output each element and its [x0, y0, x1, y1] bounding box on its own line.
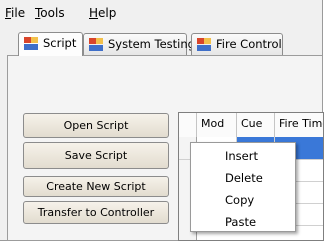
fire-control-tab-icon	[197, 38, 211, 51]
tab-fire-control-label: Fire Control	[216, 37, 282, 51]
column-header-fire-time[interactable]: Fire Time	[275, 113, 323, 137]
tab-script-label: Script	[43, 36, 77, 50]
menu-file[interactable]: File	[5, 6, 25, 20]
open-script-button[interactable]: Open Script	[23, 113, 169, 138]
tab-script[interactable]: Script	[18, 32, 83, 56]
grid-header: Mod Cue Fire Time	[179, 113, 323, 138]
system-testing-tab-icon	[89, 38, 103, 51]
context-menu-delete[interactable]: Delete	[225, 171, 263, 185]
tab-fire-control[interactable]: Fire Control	[191, 33, 283, 55]
transfer-to-controller-button[interactable]: Transfer to Controller	[23, 201, 169, 224]
menu-help[interactable]: Help	[89, 6, 116, 20]
script-tab-icon	[24, 37, 38, 50]
context-menu-paste[interactable]: Paste	[225, 215, 256, 229]
menu-bar: File Tools Help	[0, 6, 322, 24]
context-menu-copy[interactable]: Copy	[225, 193, 254, 207]
save-script-button[interactable]: Save Script	[23, 142, 169, 169]
context-menu: Insert Delete Copy Paste	[190, 142, 296, 232]
create-new-script-button[interactable]: Create New Script	[23, 176, 169, 197]
grid-corner-cell	[179, 113, 197, 137]
column-header-mod[interactable]: Mod	[197, 113, 237, 137]
tab-system-testing[interactable]: System Testing	[83, 33, 195, 55]
tab-system-testing-label: System Testing	[108, 37, 195, 51]
menu-tools[interactable]: Tools	[35, 6, 65, 20]
context-menu-insert[interactable]: Insert	[225, 149, 258, 163]
column-header-cue[interactable]: Cue	[237, 113, 275, 137]
app-window: File Tools Help Script System Testing Fi…	[0, 0, 324, 241]
